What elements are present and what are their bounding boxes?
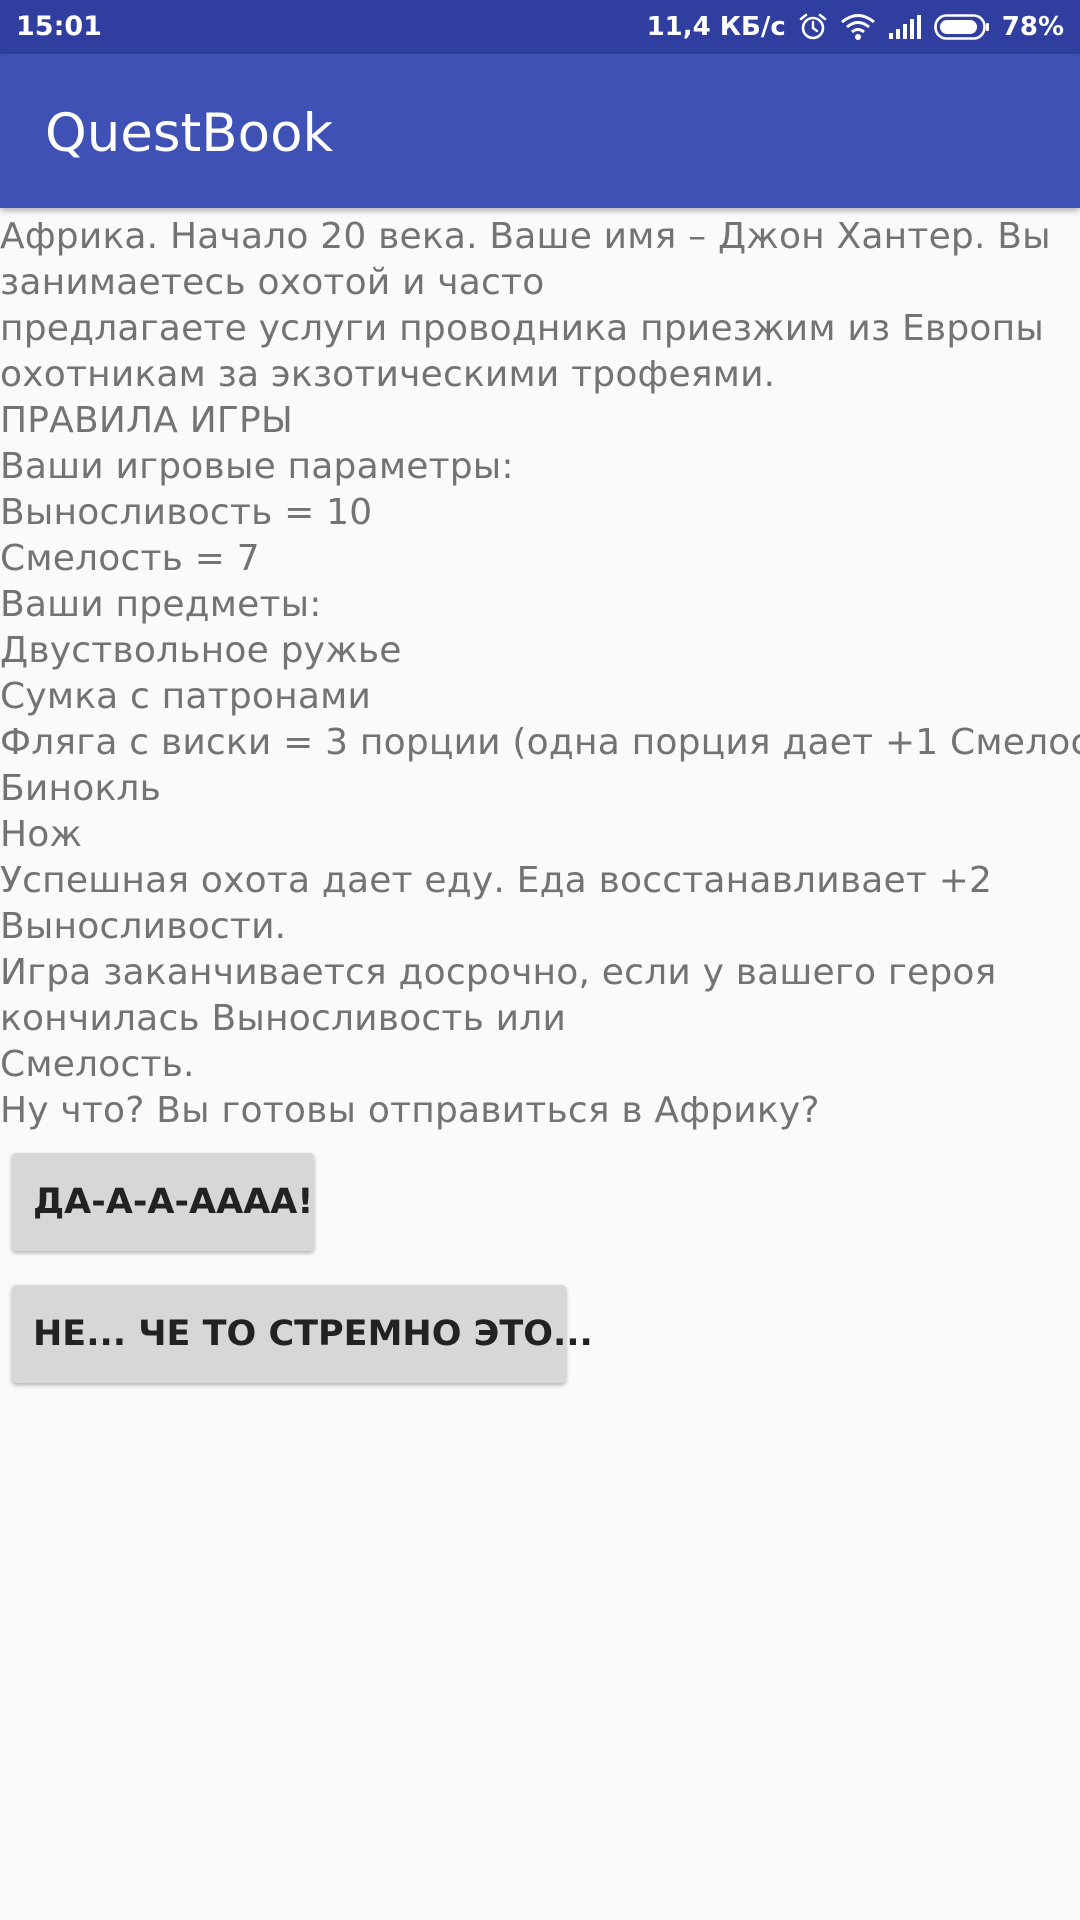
signal-icon bbox=[888, 14, 922, 40]
story-line: Ваши игровые параметры: bbox=[0, 446, 514, 487]
status-time: 15:01 bbox=[16, 11, 102, 42]
story-line: Двуствольное ружье bbox=[0, 630, 402, 671]
status-bar: 15:01 11,4 КБ/с 78% bbox=[0, 0, 1080, 54]
no-button[interactable]: НЕ... ЧЕ ТО СТРЕМНО ЭТО... bbox=[12, 1285, 593, 1383]
story-line: Бинокль bbox=[0, 768, 162, 809]
story-line: Фляга с виски = 3 порции (одна порция да… bbox=[0, 722, 1080, 763]
yes-button[interactable]: ДА-А-А-АААА! bbox=[12, 1153, 314, 1251]
story-line: кончилась Выносливость или bbox=[0, 998, 567, 1039]
story-line: Сумка с патронами bbox=[0, 676, 372, 717]
story-line: Успешная охота дает еду. Еда восстанавли… bbox=[0, 860, 993, 901]
story-line: охотникам за экзотическими трофеями. bbox=[0, 354, 776, 395]
story-text: Африка. Начало 20 века. Ваше имя – Джон … bbox=[0, 214, 1080, 1134]
story-line: Ваши предметы: bbox=[0, 584, 322, 625]
battery-percent: 78% bbox=[1001, 12, 1064, 42]
story-line: Смелость = 7 bbox=[0, 538, 260, 579]
battery-icon bbox=[933, 14, 990, 40]
story-line: Выносливость = 10 bbox=[0, 492, 373, 533]
story-line: Игра заканчивается досрочно, если у ваше… bbox=[0, 952, 997, 993]
story-line: Африка. Начало 20 века. Ваше имя – Джон … bbox=[0, 216, 1051, 257]
story-line: занимаетесь охотой и часто bbox=[0, 262, 545, 303]
status-indicators: 11,4 КБ/с 78% bbox=[647, 0, 1064, 54]
alarm-icon bbox=[798, 12, 828, 42]
story-line: Нож bbox=[0, 814, 83, 855]
story-line: предлагаете услуги проводника приезжим и… bbox=[0, 308, 1044, 349]
story-line: Выносливости. bbox=[0, 906, 287, 947]
story-line: Ну что? Вы готовы отправиться в Африку? bbox=[0, 1090, 820, 1131]
app-bar: QuestBook bbox=[0, 54, 1080, 208]
story-line: ПРАВИЛА ИГРЫ bbox=[0, 400, 293, 441]
story-line: Смелость. bbox=[0, 1044, 195, 1085]
network-speed: 11,4 КБ/с bbox=[646, 12, 786, 42]
wifi-icon bbox=[840, 13, 876, 41]
app-title: QuestBook bbox=[45, 103, 334, 164]
